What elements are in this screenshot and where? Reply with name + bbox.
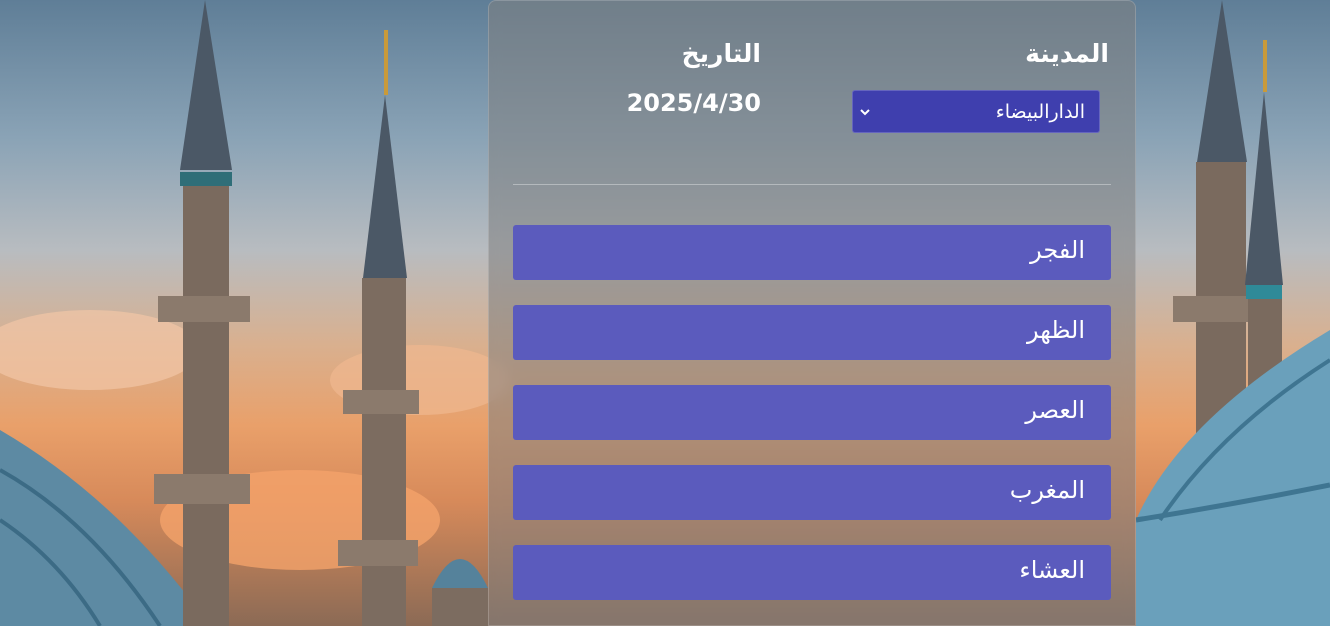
prayer-row-isha[interactable]: العشاء — [513, 545, 1111, 600]
prayer-times-panel: المدينة التاريخ 2025/4/30 الدارالبيضاء ا… — [488, 0, 1136, 626]
city-label: المدينة — [1025, 39, 1109, 68]
prayer-name: الظهر — [1027, 316, 1085, 344]
prayer-row-fajr[interactable]: الفجر — [513, 225, 1111, 280]
divider — [513, 184, 1111, 185]
city-select[interactable]: الدارالبيضاء — [852, 90, 1100, 133]
date-label: التاريخ — [681, 39, 761, 68]
chevron-down-icon — [860, 109, 870, 116]
prayer-row-maghrib[interactable]: المغرب — [513, 465, 1111, 520]
prayer-name: العصر — [1025, 396, 1085, 424]
prayer-row-asr[interactable]: العصر — [513, 385, 1111, 440]
prayer-name: الفجر — [1030, 236, 1085, 264]
prayer-name: العشاء — [1019, 556, 1085, 584]
prayer-name: المغرب — [1009, 476, 1085, 504]
date-value: 2025/4/30 — [626, 89, 761, 117]
prayer-row-dhuhr[interactable]: الظهر — [513, 305, 1111, 360]
city-select-value: الدارالبيضاء — [995, 101, 1085, 123]
